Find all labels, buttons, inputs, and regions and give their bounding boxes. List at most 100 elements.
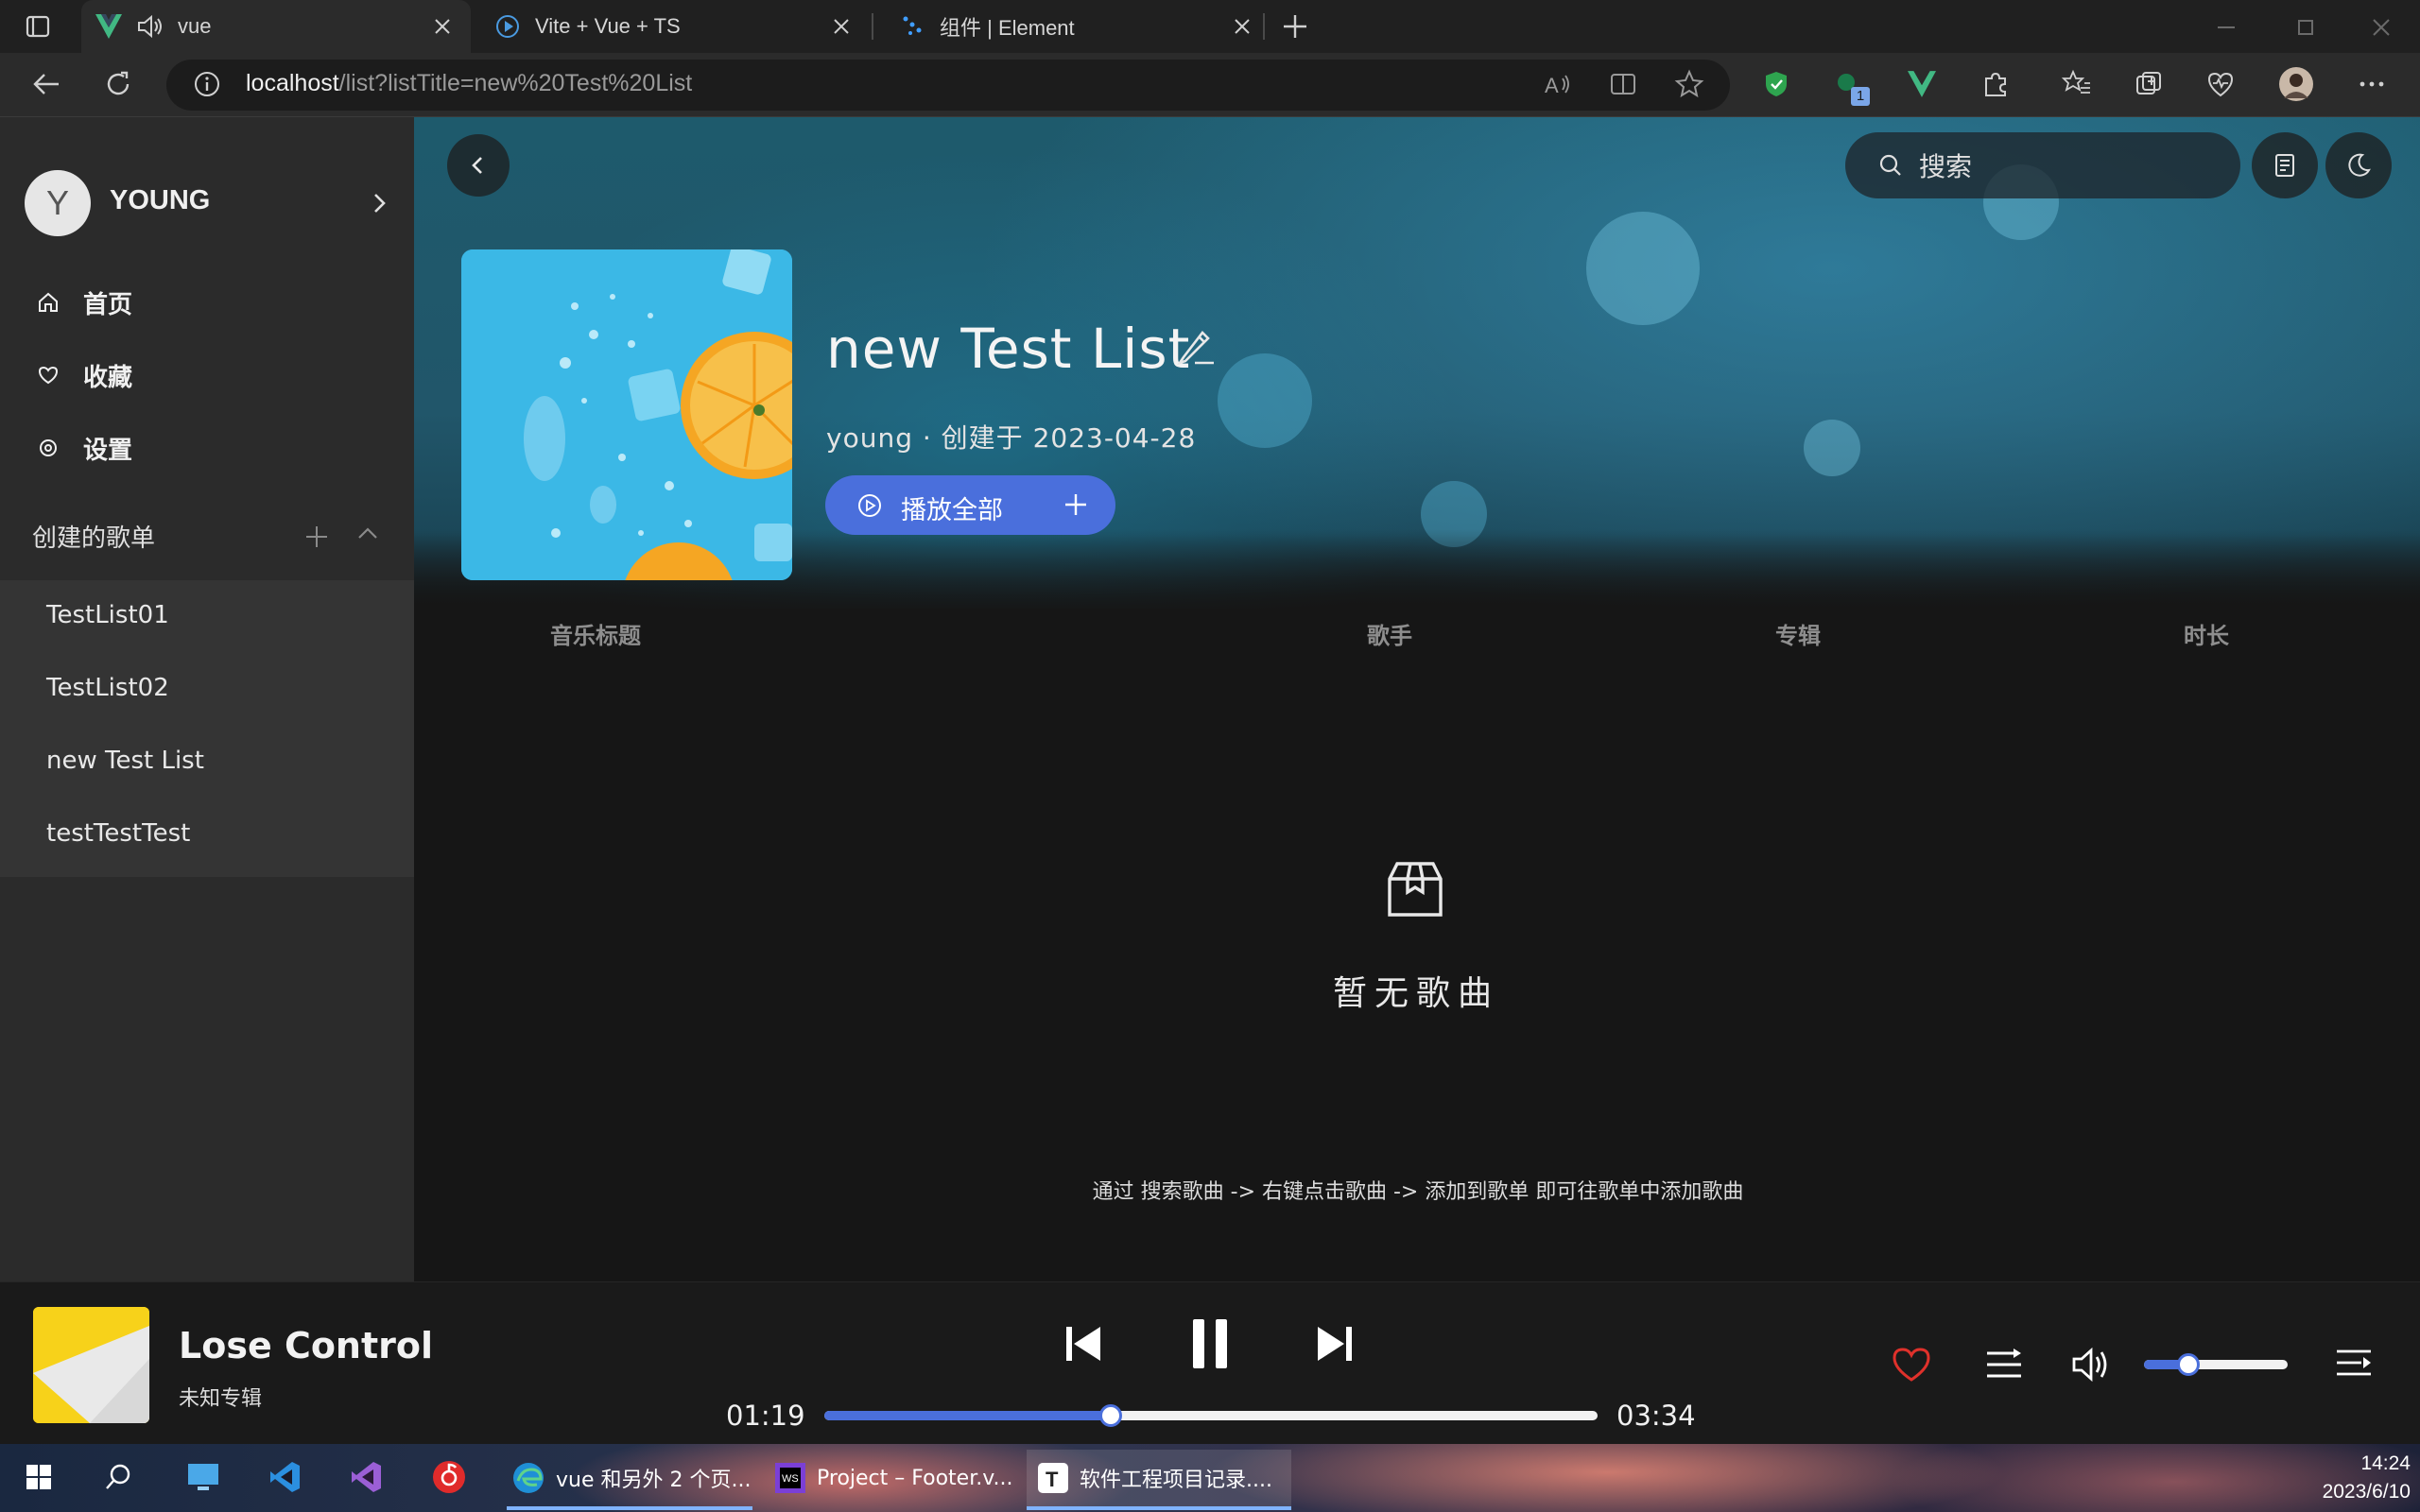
pause-icon[interactable]	[1187, 1317, 1233, 1370]
speaker-icon[interactable]	[136, 12, 164, 41]
tab-vite[interactable]: Vite + Vue + TS	[480, 0, 870, 53]
browser-essentials-icon[interactable]	[2203, 66, 2238, 102]
split-screen-icon[interactable]	[1605, 66, 1641, 102]
home-icon	[34, 288, 62, 317]
nav-settings[interactable]: 设置	[34, 420, 132, 476]
new-tab-icon[interactable]	[1280, 11, 1310, 42]
add-playlist-icon[interactable]	[302, 523, 331, 551]
read-aloud-icon[interactable]: A	[1539, 66, 1575, 102]
empty-box-icon	[1384, 858, 1446, 920]
playlist-meta: young · 创建于 2023-04-28	[826, 422, 1197, 454]
tab-actions-icon[interactable]	[25, 13, 51, 40]
column-artist: 歌手	[1367, 623, 1412, 649]
visual-studio-icon[interactable]	[344, 1455, 388, 1499]
profile-avatar-icon[interactable]	[2278, 66, 2314, 102]
windows-start-icon[interactable]	[17, 1455, 60, 1499]
play-all-label: 播放全部	[901, 496, 1003, 525]
vue-devtools-icon[interactable]	[1904, 66, 1940, 102]
playlist-item[interactable]: new Test List	[46, 747, 204, 775]
play-circle-icon	[857, 493, 882, 518]
playlist-item[interactable]: testTestTest	[46, 819, 190, 848]
previous-track-icon[interactable]	[1063, 1323, 1104, 1365]
playlists-header: 创建的歌单	[32, 524, 156, 553]
playlist-item[interactable]: TestList02	[46, 674, 169, 702]
search-input[interactable]: 搜索	[1845, 132, 2240, 198]
webstorm-icon: WS	[773, 1461, 807, 1495]
collections-icon[interactable]	[2131, 66, 2167, 102]
collapse-chevron-icon[interactable]	[354, 520, 382, 548]
edge-icon	[510, 1460, 546, 1496]
lyrics-button[interactable]	[2252, 132, 2318, 198]
heart-icon	[34, 361, 62, 389]
theme-toggle-button[interactable]	[2325, 132, 2392, 198]
volume-icon[interactable]	[2070, 1344, 2112, 1385]
like-heart-icon[interactable]	[1891, 1344, 1932, 1385]
tab-title: 组件 | Element	[940, 16, 1075, 40]
taskbar-app-label: 软件工程项目记录....	[1080, 1469, 1272, 1492]
adblock-shield-icon[interactable]	[1758, 66, 1794, 102]
play-all-button[interactable]: 播放全部	[825, 475, 1115, 535]
taskbar-app-edge[interactable]: vue 和另外 2 个页...	[507, 1450, 752, 1510]
play-mode-icon[interactable]	[1983, 1344, 2025, 1385]
username[interactable]: YOUNG	[110, 185, 210, 216]
tab-vue[interactable]: vue	[81, 0, 471, 53]
refresh-icon[interactable]	[100, 66, 136, 102]
nav-label: 收藏	[83, 363, 133, 392]
column-title: 音乐标题	[550, 623, 641, 649]
column-duration: 时长	[2184, 623, 2229, 649]
back-arrow-icon[interactable]	[28, 66, 64, 102]
extension-badge: 1	[1851, 87, 1870, 106]
chevron-right-icon[interactable]	[365, 189, 393, 217]
back-button[interactable]	[447, 134, 510, 197]
playlist-queue-icon[interactable]	[2333, 1344, 2375, 1385]
url-text[interactable]: localhost/list?listTitle=new%20Test%20Li…	[246, 70, 692, 97]
svg-text:A: A	[1545, 74, 1559, 97]
close-icon[interactable]	[431, 15, 454, 38]
tab-title: Vite + Vue + TS	[535, 14, 681, 38]
current-time: 01:19	[726, 1400, 805, 1432]
system-clock[interactable]: 14:24 2023/6/10	[2288, 1450, 2411, 1506]
netease-music-icon[interactable]	[427, 1455, 471, 1499]
taskbar-app-typora[interactable]: T 软件工程项目记录....	[1027, 1450, 1291, 1510]
site-info-icon[interactable]	[189, 66, 225, 102]
nav-label: 首页	[83, 290, 133, 319]
nav-home[interactable]: 首页	[34, 274, 132, 331]
playlist-cover	[461, 249, 792, 580]
vscode-icon[interactable]	[263, 1455, 306, 1499]
nav-label: 设置	[83, 436, 133, 465]
minimize-icon[interactable]	[2212, 13, 2240, 42]
song-album: 未知专辑	[179, 1387, 263, 1411]
vite-logo-icon	[493, 12, 522, 41]
add-icon[interactable]	[1062, 490, 1090, 519]
progress-handle[interactable]	[1099, 1404, 1122, 1427]
now-playing-cover[interactable]	[33, 1307, 149, 1423]
taskbar-app-webstorm[interactable]: WS Project – Footer.v...	[769, 1450, 1011, 1506]
tab-separator	[1263, 13, 1265, 40]
favorite-star-icon[interactable]	[1671, 66, 1707, 102]
playlist-item[interactable]: TestList01	[46, 601, 169, 629]
maximize-icon[interactable]	[2291, 13, 2320, 42]
volume-handle[interactable]	[2177, 1353, 2200, 1376]
settings-icon	[34, 434, 62, 462]
typora-icon: T	[1036, 1461, 1070, 1495]
clock-time: 14:24	[2360, 1452, 2411, 1474]
document-icon	[2271, 151, 2299, 180]
column-album: 专辑	[1775, 623, 1821, 649]
nav-favorites[interactable]: 收藏	[34, 347, 132, 404]
desktop-icon[interactable]	[182, 1455, 225, 1499]
close-icon[interactable]	[1231, 15, 1253, 38]
favorites-list-icon[interactable]	[2059, 66, 2095, 102]
more-menu-icon[interactable]	[2354, 66, 2390, 102]
user-avatar[interactable]: Y	[25, 170, 91, 236]
next-track-icon[interactable]	[1314, 1323, 1356, 1365]
close-window-icon[interactable]	[2367, 13, 2395, 42]
tab-element[interactable]: 组件 | Element	[881, 0, 1270, 53]
chevron-left-icon	[466, 153, 491, 178]
edit-pencil-icon[interactable]	[1170, 321, 1219, 370]
extensions-puzzle-icon[interactable]	[1978, 66, 2014, 102]
progress-fill	[824, 1411, 1111, 1420]
song-title: Lose Control	[179, 1325, 434, 1366]
close-icon[interactable]	[830, 15, 853, 38]
search-icon[interactable]	[96, 1455, 140, 1499]
browser-tab-bar: vue Vite + Vue + TS 组件 | Element	[0, 0, 2420, 53]
